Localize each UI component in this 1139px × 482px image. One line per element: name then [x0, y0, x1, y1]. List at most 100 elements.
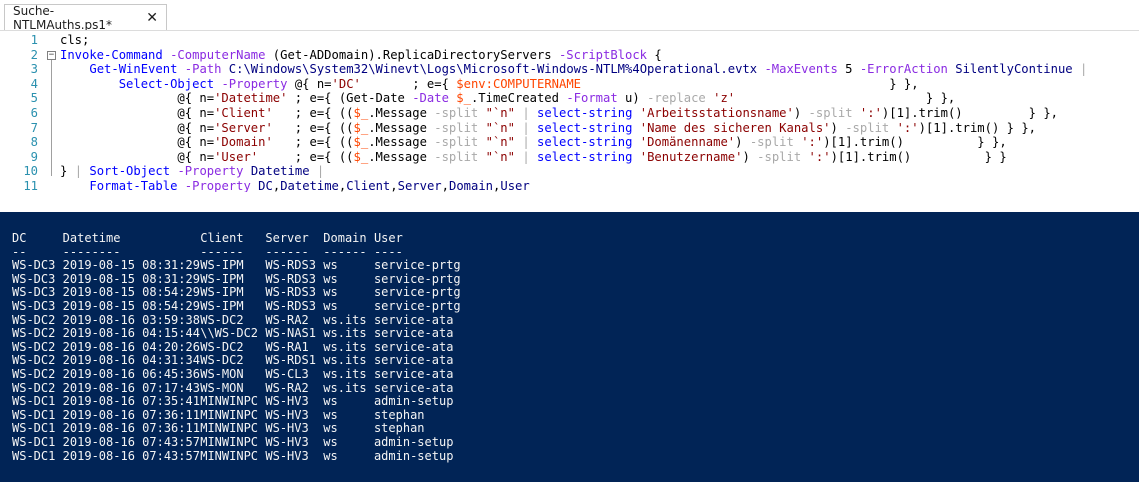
line-number: 4 — [30, 76, 38, 91]
code-token: select-string — [537, 120, 633, 135]
cell-client: ------ — [200, 244, 244, 259]
code-line: Select-Object -Property @{ n='DC' ; e={ … — [60, 77, 919, 91]
cell-dc: WS-DC1 — [12, 421, 56, 436]
code-token: 'Domain' — [214, 135, 273, 150]
code-token: @{ n= — [60, 149, 215, 164]
fold-guide — [51, 59, 52, 177]
cell-client: WS-MON — [200, 380, 244, 395]
pane-splitter[interactable] — [0, 192, 1139, 213]
cell-datetime: 2019-08-15 08:31:29 — [62, 271, 200, 286]
collapse-region-icon[interactable]: − — [47, 50, 56, 60]
code-token: )[1].trim() } }, — [881, 106, 1059, 120]
cell-server: WS-HV3 — [265, 421, 309, 436]
cell-dc: WS-DC2 — [12, 380, 56, 395]
code-token: -split — [434, 106, 479, 120]
cell-server: WS-HV3 — [265, 435, 309, 449]
cell-domain: Domain — [323, 231, 367, 245]
line-number: 2 — [30, 47, 38, 62]
code-token: (Get-ADDomain).ReplicaDirectoryServers — [265, 47, 559, 62]
cell-dc: WS-DC1 — [12, 394, 56, 409]
cell-datetime: 2019-08-16 04:31:34 — [62, 353, 200, 368]
code-token: @{ n= — [60, 120, 215, 135]
code-line: Invoke-Command -ComputerName (Get-ADDoma… — [60, 48, 662, 62]
code-token: DC — [258, 179, 273, 193]
code-token: Get-WinEvent — [89, 62, 178, 77]
cell-client: MINWINPC — [200, 448, 259, 463]
code-token: | — [522, 106, 530, 120]
code-token: 'Arbeitsstationsname' — [639, 106, 794, 120]
code-token: C:\Windows\System32\Winevt\Logs\Microsof… — [228, 62, 758, 77]
cell-server: WS-RA1 — [265, 339, 309, 354]
cell-user: service-ata — [373, 380, 454, 395]
cell-client: MINWINPC — [200, 421, 259, 436]
table-row: WS-DC3 2019-08-15 08:54:29WS-IPM WS-RDS3 ws… — [12, 286, 461, 300]
code-token: User — [500, 179, 530, 193]
code-token: } — [60, 164, 75, 179]
table-row: WS-DC1 2019-08-16 07:35:41MINWINPC WS-HV3 w… — [12, 395, 453, 409]
cell-server: WS-HV3 — [265, 394, 309, 409]
code-token: ':' — [808, 149, 831, 164]
code-token: select-string — [537, 149, 633, 164]
code-token: 'Datetime' — [214, 91, 288, 106]
cell-client: WS-IPM — [200, 271, 244, 286]
cell-dc: WS-DC2 — [12, 326, 56, 341]
code-token: @{ n= — [60, 106, 215, 120]
code-token: -split — [808, 106, 853, 120]
cell-dc: WS-DC1 — [12, 435, 56, 449]
cell-client: WS-IPM — [200, 299, 244, 313]
code-token: | — [522, 149, 530, 164]
table-row: WS-DC1 2019-08-16 07:43:57MINWINPC WS-HV3 w… — [12, 448, 453, 464]
code-line: @{ n='User' ; e={ (($_.Message -split "`… — [60, 149, 1006, 164]
code-line: Format-Table -Property DC,Datetime,Clien… — [60, 179, 530, 193]
cell-server: WS-RA2 — [265, 380, 309, 395]
code-token: 'Name des sicheren Kanals' — [639, 120, 831, 135]
cell-datetime: 2019-08-15 08:54:29 — [62, 285, 200, 300]
code-token: cls; — [60, 33, 90, 47]
close-icon[interactable]: ✕ — [146, 10, 158, 26]
code-line: @{ n='Domain' ; e={ (($_.Message -split … — [60, 135, 1006, 150]
line-number: 3 — [30, 62, 38, 77]
cell-user: service-ata — [373, 339, 454, 354]
line-number: 10 — [23, 164, 38, 179]
code-token: ) — [830, 120, 846, 135]
code-token: -split — [749, 135, 794, 150]
code-token: ; e={ — [360, 76, 457, 91]
code-token: .TimeCreated — [470, 91, 567, 106]
code-token: 5 — [837, 62, 860, 77]
code-token: Datetime — [280, 179, 339, 193]
cell-dc: WS-DC2 — [12, 312, 56, 327]
code-token: ) — [735, 135, 750, 150]
code-token: Invoke-Command — [60, 47, 163, 62]
code-token: -Date — [412, 91, 449, 106]
line-number-gutter: 123456789101112− — [0, 31, 56, 193]
cell-datetime: -------- — [62, 244, 121, 259]
table-row: WS-DC2 2019-08-16 04:31:34WS-DC2 WS-RDS1 ws… — [12, 354, 453, 368]
tab-script-file[interactable]: Suche-NTLMAuths.ps1* ✕ — [4, 4, 167, 32]
code-token: | — [522, 120, 530, 135]
console-output-pane[interactable]: DC Datetime Client Server Domain User -- ------… — [0, 212, 1139, 482]
cell-dc: WS-DC2 — [12, 339, 56, 354]
code-token: -split — [845, 120, 890, 135]
line-number: 7 — [30, 120, 38, 135]
code-token: -split — [434, 149, 479, 164]
code-token: | — [74, 164, 83, 179]
code-token: Datetime — [250, 164, 310, 179]
code-token: -replace — [647, 91, 706, 106]
cell-user: service-ata — [373, 312, 454, 327]
table-row: WS-DC3 2019-08-15 08:31:29WS-IPM WS-RDS3 ws… — [12, 271, 461, 287]
cell-domain: ws.its — [323, 312, 367, 327]
table-row: WS-DC2 2019-08-16 07:17:43WS-MON WS-RA2 ws.… — [12, 380, 454, 396]
script-editor[interactable]: 123456789101112− cls;Invoke-Command -Com… — [0, 30, 1139, 193]
cell-datetime: Datetime — [62, 231, 121, 245]
cell-user: User — [373, 231, 403, 245]
cell-client: WS-MON — [200, 367, 244, 381]
code-token: select-string — [537, 135, 633, 150]
